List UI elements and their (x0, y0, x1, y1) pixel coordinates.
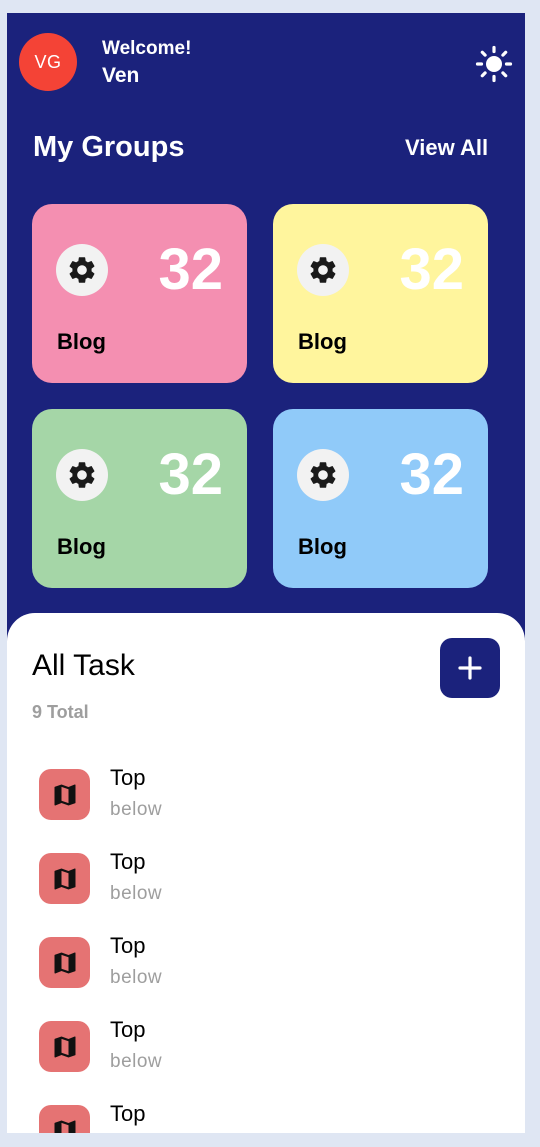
gear-icon (56, 449, 108, 501)
group-count: 32 (399, 442, 464, 507)
group-label: Blog (57, 329, 106, 354)
gear-icon (297, 449, 349, 501)
task-title: Top (110, 765, 146, 790)
group-card[interactable]: 32 Blog (273, 204, 488, 383)
task-list: Top below Top below Top below Top below … (7, 763, 525, 1133)
task-title: Top (110, 933, 146, 958)
task-item[interactable]: Top below (7, 1015, 525, 1099)
plus-icon (458, 656, 482, 680)
group-label: Blog (298, 534, 347, 559)
group-label: Blog (298, 329, 347, 354)
group-count: 32 (158, 442, 223, 507)
group-card[interactable]: 32 Blog (273, 409, 488, 588)
map-icon (39, 1105, 90, 1133)
sun-icon (475, 45, 513, 83)
group-card[interactable]: 32 Blog (32, 409, 247, 588)
map-icon (39, 853, 90, 904)
section-title-all-task: All Task (32, 649, 135, 682)
map-icon (39, 769, 90, 820)
map-icon (39, 937, 90, 988)
task-item[interactable]: Top below (7, 847, 525, 931)
group-card[interactable]: 32 Blog (32, 204, 247, 383)
map-icon (39, 1021, 90, 1072)
section-title-my-groups: My Groups (33, 131, 185, 163)
task-title: Top (110, 1017, 146, 1042)
group-count: 32 (158, 237, 223, 302)
gear-icon (56, 244, 108, 296)
task-subtitle: below (110, 967, 163, 988)
username: Ven (102, 64, 140, 87)
gear-icon (297, 244, 349, 296)
task-item[interactable]: Top below (7, 763, 525, 847)
group-count: 32 (399, 237, 464, 302)
view-all-link[interactable]: View All (405, 135, 488, 161)
avatar[interactable]: VG (19, 33, 77, 91)
theme-toggle-button[interactable] (473, 43, 515, 85)
group-label: Blog (57, 534, 106, 559)
avatar-initials: VG (34, 51, 62, 72)
task-subtitle: below (110, 1051, 163, 1072)
add-task-button[interactable] (440, 638, 500, 698)
task-total-count: 9 Total (32, 702, 89, 722)
app-screen: VG Welcome! Ven My Groups View All 32 Bl… (7, 13, 525, 1133)
task-title: Top (110, 849, 146, 874)
task-item[interactable]: Top (7, 1099, 525, 1133)
task-subtitle: below (110, 799, 163, 820)
task-panel: All Task 9 Total Top below Top below Top… (7, 613, 525, 1133)
task-subtitle: below (110, 883, 163, 904)
task-title: Top (110, 1101, 146, 1126)
task-item[interactable]: Top below (7, 931, 525, 1015)
welcome-text: Welcome! (102, 38, 192, 59)
